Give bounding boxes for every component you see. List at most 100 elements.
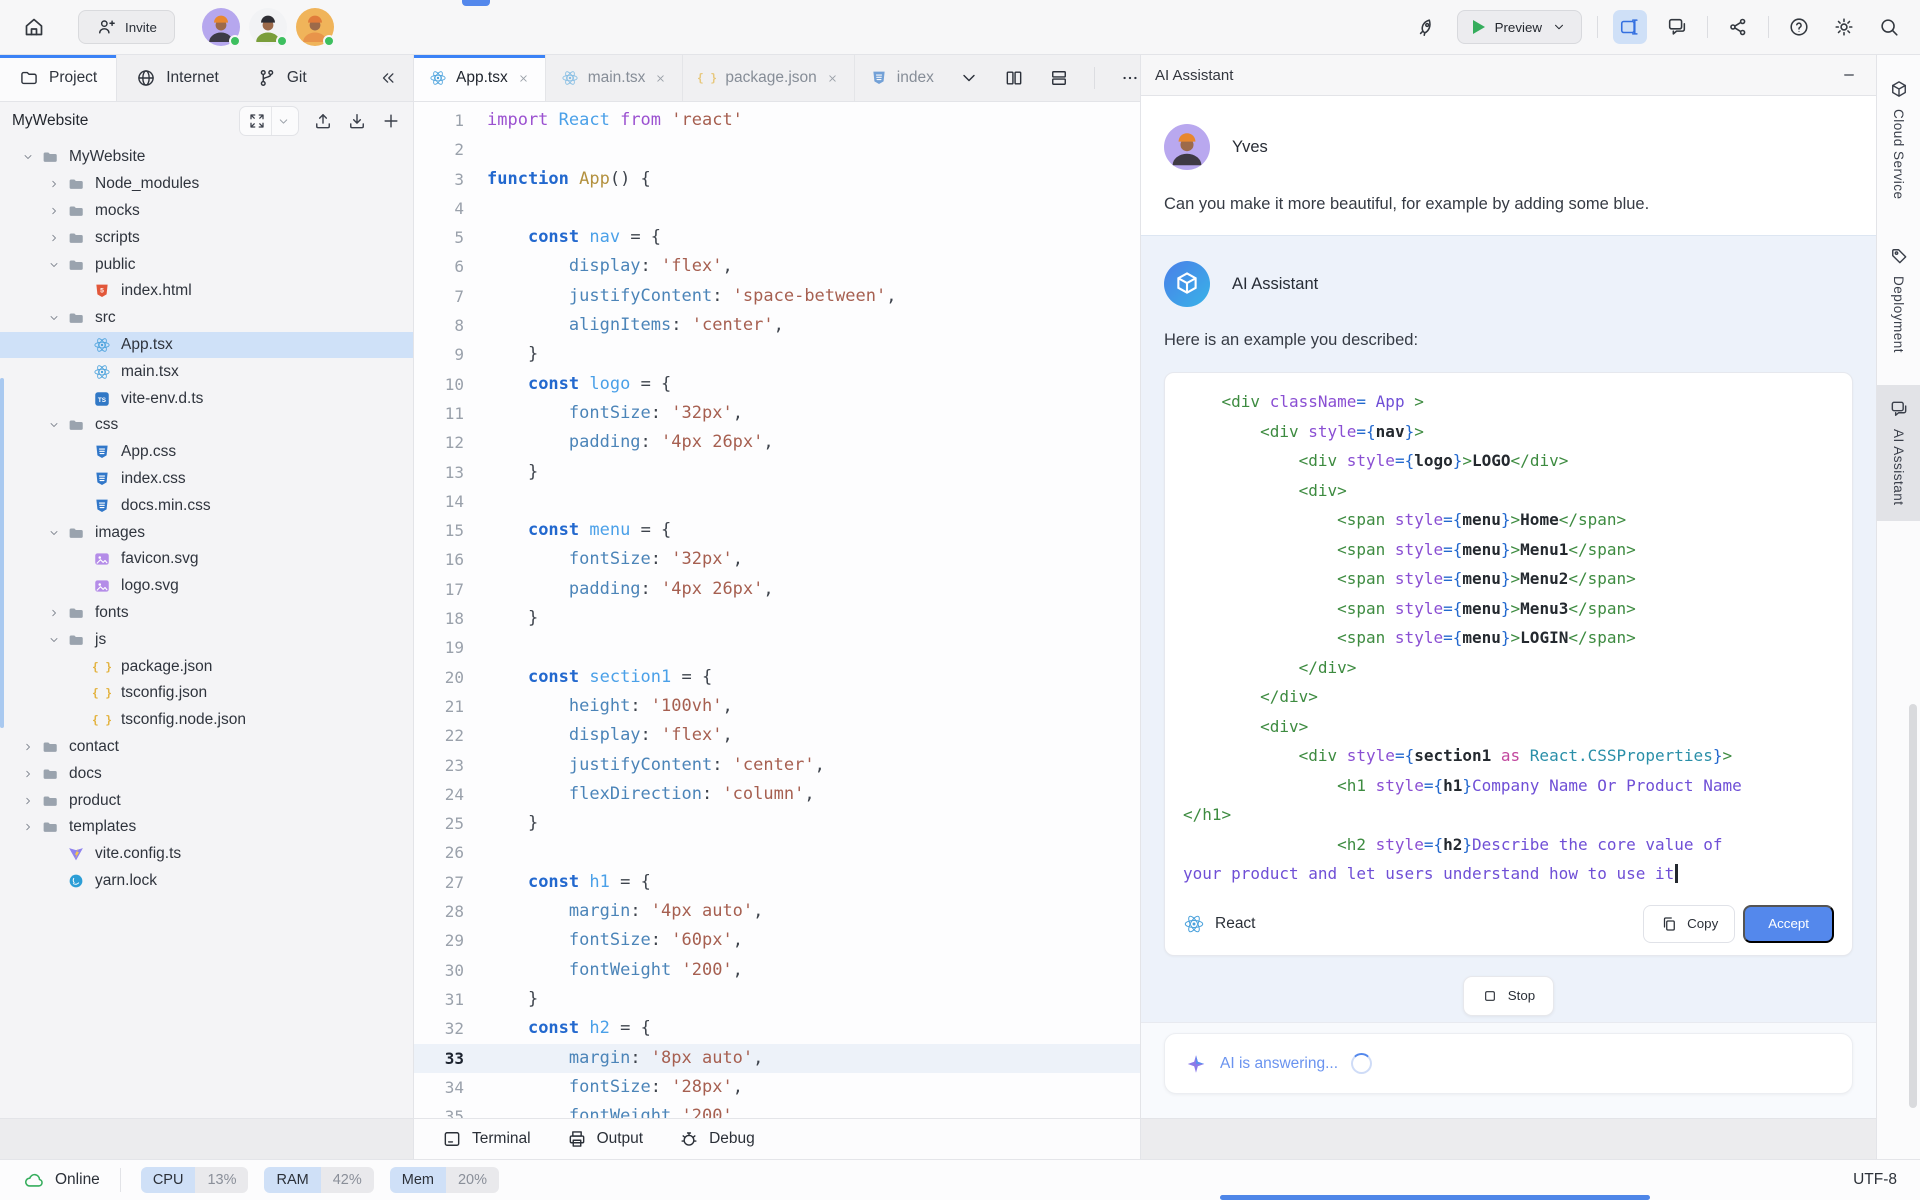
tree-item-docs[interactable]: docs [0,760,413,787]
code-line-32[interactable]: 32 const h2 = { [414,1014,1140,1043]
avatar[interactable] [296,8,334,46]
close-tab-icon[interactable] [654,72,667,85]
code-line-30[interactable]: 30 fontWeight '200', [414,956,1140,985]
add-file-icon[interactable] [381,111,401,131]
tree-item-templates[interactable]: templates [0,814,413,841]
tree-chevron-icon[interactable] [16,151,40,163]
tree-item-src[interactable]: src [0,305,413,332]
upload-icon[interactable] [313,111,333,131]
invite-button[interactable]: Invite [78,10,175,44]
code-line-31[interactable]: 31 } [414,985,1140,1014]
more-icon[interactable] [1120,68,1140,88]
home-button[interactable] [16,9,52,45]
tree-chevron-icon[interactable] [42,607,66,619]
code-line-18[interactable]: 18 } [414,604,1140,633]
sidebar-tab-internet[interactable]: Internet [117,55,238,101]
panel-tab-output[interactable]: Output [567,1129,644,1149]
split-editor-button[interactable] [1613,10,1647,44]
code-line-11[interactable]: 11 fontSize: '32px', [414,399,1140,428]
tree-item-vite-env.d.ts[interactable]: TSvite-env.d.ts [0,385,413,412]
code-line-20[interactable]: 20 const section1 = { [414,663,1140,692]
tree-item-mocks[interactable]: mocks [0,198,413,225]
code-line-7[interactable]: 7 justifyContent: 'space-between', [414,282,1140,311]
tree-item-index.html[interactable]: 5index.html [0,278,413,305]
accept-button[interactable]: Accept [1743,905,1834,943]
tree-item-main.tsx[interactable]: main.tsx [0,358,413,385]
settings-button[interactable] [1829,12,1859,42]
tab-list-chevron-icon[interactable] [959,68,979,88]
vertical-scrollbar-thumb[interactable] [1909,704,1917,1108]
code-line-19[interactable]: 19 [414,633,1140,662]
code-line-23[interactable]: 23 justifyContent: 'center', [414,751,1140,780]
tree-item-contact[interactable]: contact [0,734,413,761]
editor-tab-App.tsx[interactable]: App.tsx [414,55,546,101]
code-line-12[interactable]: 12 padding: '4px 26px', [414,428,1140,457]
comments-button[interactable] [1662,12,1692,42]
code-line-26[interactable]: 26 [414,838,1140,867]
copy-button[interactable]: Copy [1643,905,1735,943]
rail-item-ai-assistant[interactable]: AI Assistant [1877,385,1920,522]
tree-item-js[interactable]: js [0,626,413,653]
code-line-13[interactable]: 13 } [414,458,1140,487]
code-line-1[interactable]: 1import React from 'react' [414,106,1140,135]
code-line-27[interactable]: 27 const h1 = { [414,868,1140,897]
code-line-8[interactable]: 8 alignItems: 'center', [414,311,1140,340]
tree-item-public[interactable]: public [0,251,413,278]
tree-chevron-icon[interactable] [42,178,66,190]
tree-item-scripts[interactable]: scripts [0,224,413,251]
tree-item-images[interactable]: images [0,519,413,546]
tree-item-css[interactable]: css [0,412,413,439]
sidebar-tab-git[interactable]: Git [238,55,326,101]
horizontal-scrollbar-thumb[interactable] [1220,1195,1650,1200]
user-avatar[interactable] [1164,124,1210,170]
chat-input[interactable]: AI is answering... [1164,1033,1853,1094]
split-horizontal-icon[interactable] [1049,68,1069,88]
code-line-35[interactable]: 35 fontWeight '200', [414,1102,1140,1118]
tree-chevron-icon[interactable] [16,795,40,807]
tree-item-yarn.lock[interactable]: yarn.lock [0,868,413,895]
code-line-24[interactable]: 24 flexDirection: 'column', [414,780,1140,809]
expand-tree-split-button[interactable] [239,106,299,136]
tree-item-product[interactable]: product [0,787,413,814]
tree-chevron-icon[interactable] [42,419,66,431]
editor-tab-main.tsx[interactable]: main.tsx [546,55,684,101]
tree-item-favicon.svg[interactable]: favicon.svg [0,546,413,573]
code-line-17[interactable]: 17 padding: '4px 26px', [414,575,1140,604]
code-line-16[interactable]: 16 fontSize: '32px', [414,545,1140,574]
code-area[interactable]: 1import React from 'react'23function App… [414,102,1140,1118]
tree-item-Node_modules[interactable]: Node_modules [0,171,413,198]
code-line-25[interactable]: 25 } [414,809,1140,838]
rail-item-cloud-service[interactable]: Cloud Service [1877,65,1920,216]
code-line-21[interactable]: 21 height: '100vh', [414,692,1140,721]
code-line-4[interactable]: 4 [414,194,1140,223]
code-line-29[interactable]: 29 fontSize: '60px', [414,926,1140,955]
deploy-rocket-button[interactable] [1412,12,1442,42]
code-line-33[interactable]: 33 margin: '8px auto', [414,1044,1140,1073]
help-button[interactable] [1784,12,1814,42]
editor-tab-package.json[interactable]: { }package.json [683,55,854,101]
tree-chevron-icon[interactable] [42,259,66,271]
minimize-button[interactable] [1836,62,1862,88]
code-line-22[interactable]: 22 display: 'flex', [414,721,1140,750]
tree-item-tsconfig.json[interactable]: { }tsconfig.json [0,680,413,707]
tree-chevron-icon[interactable] [42,205,66,217]
tree-item-tsconfig.node.json[interactable]: { }tsconfig.node.json [0,707,413,734]
tree-item-docs.min.css[interactable]: docs.min.css [0,492,413,519]
tree-item-logo.svg[interactable]: logo.svg [0,573,413,600]
code-line-9[interactable]: 9 } [414,340,1140,369]
collapse-sidebar-button[interactable] [375,65,401,91]
code-line-2[interactable]: 2 [414,135,1140,164]
avatar[interactable] [249,8,287,46]
panel-tab-terminal[interactable]: Terminal [442,1129,531,1149]
code-line-28[interactable]: 28 margin: '4px auto', [414,897,1140,926]
code-line-15[interactable]: 15 const menu = { [414,516,1140,545]
tree-item-index.css[interactable]: index.css [0,466,413,493]
search-button[interactable] [1874,12,1904,42]
tree-chevron-icon[interactable] [16,768,40,780]
avatar[interactable] [202,8,240,46]
share-button[interactable] [1723,12,1753,42]
tree-chevron-icon[interactable] [16,821,40,833]
panel-tab-debug[interactable]: Debug [679,1129,755,1149]
rail-item-deployment[interactable]: Deployment [1877,232,1920,369]
code-line-3[interactable]: 3function App() { [414,165,1140,194]
